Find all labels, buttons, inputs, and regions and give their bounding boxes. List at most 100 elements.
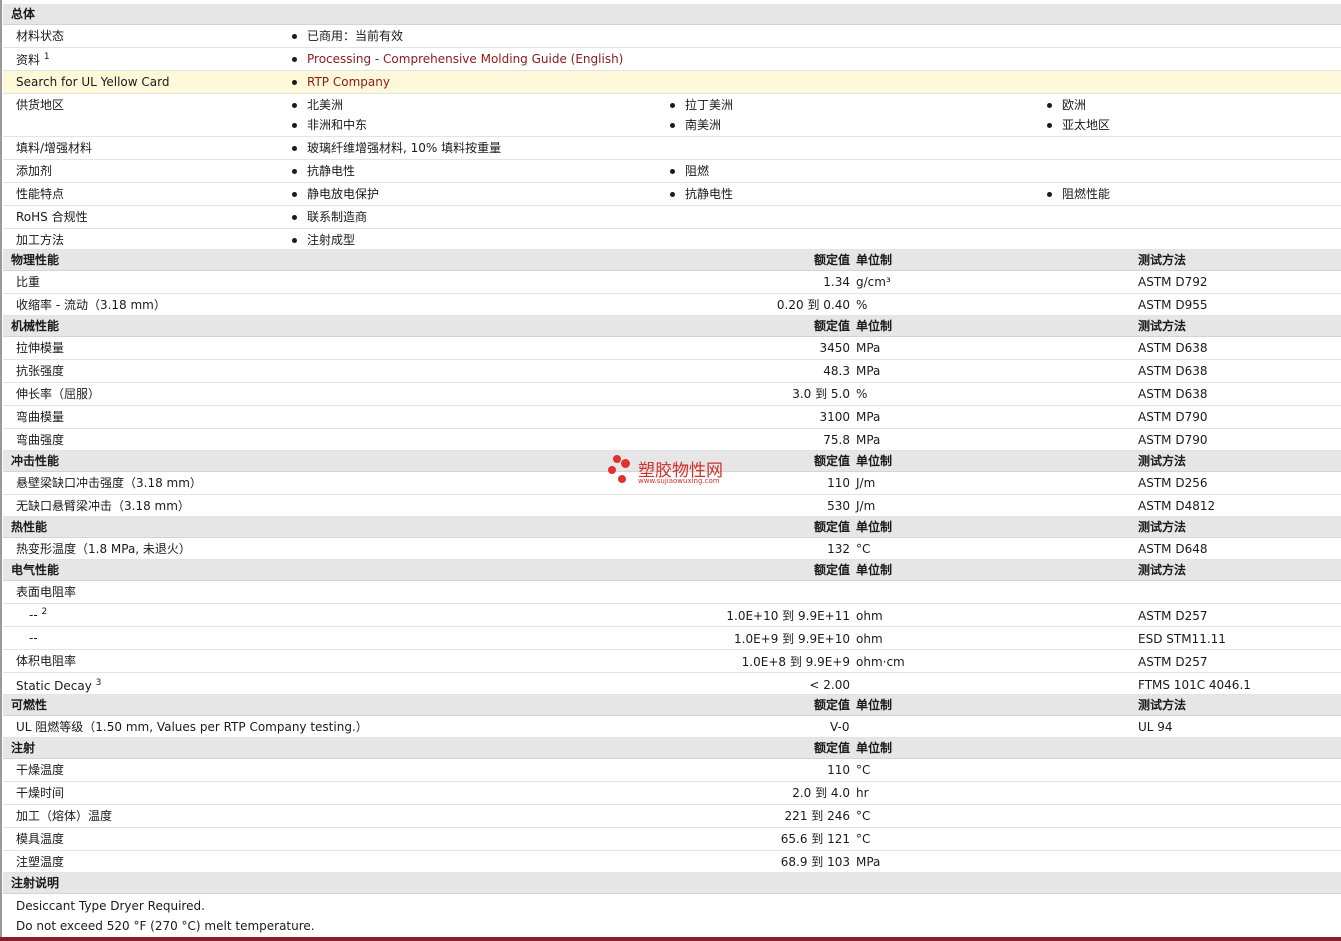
nominal-header: 额定值 [813,698,850,712]
nominal-value: 0.20 到 0.40 [776,298,850,312]
bullet-icon [670,123,675,128]
test-method: ASTM D256 [1138,476,1208,490]
nominal-value: 132 [827,542,850,556]
table-row: 弯曲强度 75.8 MPa ASTM D790 [3,429,1341,451]
watermark-url: www.sujiaowuxing.com [638,477,720,485]
table-row: 弯曲模量 3100 MPa ASTM D790 [3,406,1341,429]
section-title: 注射说明 [11,876,60,890]
test-method: ASTM D648 [1138,542,1208,556]
nominal-value: 48.3 [823,364,850,378]
bullet-icon [1047,123,1052,128]
unit-value: ohm·cm [856,655,905,669]
section-title: 热性能 [11,520,48,534]
property-label: 拉伸模量 [16,341,65,355]
row-label: 填料/增强材料 [16,141,93,155]
test-method: ASTM D792 [1138,275,1208,289]
method-header: 测试方法 [1138,454,1187,468]
footer-bar [0,937,1341,941]
property-label: 收缩率 - 流动（3.18 mm） [16,298,166,312]
test-method: ASTM D638 [1138,387,1208,401]
left-border [0,0,2,941]
nominal-value: 2.0 到 4.0 [792,786,850,800]
property-label: UL 阻燃等级（1.50 mm, Values per RTP Company … [16,720,368,734]
region-item: 欧洲 [1062,98,1087,112]
nominal-value: 3450 [819,341,850,355]
row-documents: 资料 1 Processing - Comprehensive Molding … [3,48,1341,71]
unit-value: hr [856,786,869,800]
unit-value: °C [856,809,871,823]
row-label: 性能特点 [16,187,65,201]
row-value: 已商用：当前有效 [307,29,404,43]
ul-yellow-card-search-link[interactable]: Search for UL Yellow Card [16,72,169,92]
bullet-icon [292,103,297,108]
nominal-value: 1.0E+8 到 9.9E+9 [741,655,850,669]
test-method: ASTM D638 [1138,341,1208,355]
nominal-value: 75.8 [823,433,850,447]
table-row: 模具温度 65.6 到 121 °C [3,828,1341,851]
property-label: 弯曲模量 [16,410,65,424]
section-title: 注射 [11,741,36,755]
bullet-icon [292,34,297,39]
unit-header: 单位制 [856,253,893,267]
rtp-company-link[interactable]: RTP Company [307,72,390,92]
unit-value: % [856,387,868,401]
nominal-value: 110 [827,763,850,777]
notes-block: Desiccant Type Dryer Required. Do not ex… [3,894,1341,937]
bullet-icon [292,146,297,151]
bullet-icon [292,238,297,243]
section-title: 物理性能 [11,253,60,267]
section-injection-header: 注射 额定值 单位制 [3,738,1341,759]
unit-value: MPa [856,433,881,447]
section-title: 机械性能 [11,319,60,333]
test-method: ASTM D790 [1138,433,1208,447]
row-features: 性能特点 静电放电保护 抗静电性 阻燃性能 [3,183,1341,206]
property-label: 悬壁梁缺口冲击强度（3.18 mm） [16,476,202,490]
nominal-header: 额定值 [813,563,850,577]
note-line: Desiccant Type Dryer Required. [16,899,205,913]
table-row: Static Decay 3 < 2.00 FTMS 101C 4046.1 [3,673,1341,695]
footnote-marker: 1 [43,52,50,62]
unit-header: 单位制 [856,319,893,333]
unit-value: % [856,298,868,312]
section-physical-header: 物理性能 额定值 单位制 测试方法 [3,250,1341,271]
unit-value: MPa [856,410,881,424]
feature-item: 阻燃性能 [1062,187,1111,201]
watermark-logo: 塑胶物性网 www.sujiaowuxing.com [606,451,746,491]
property-label: 模具温度 [16,832,65,846]
test-method: ASTM D955 [1138,298,1208,312]
nominal-value: 3100 [819,410,850,424]
table-row: 收缩率 - 流动（3.18 mm） 0.20 到 0.40 % ASTM D95… [3,294,1341,316]
bullet-icon [292,215,297,220]
table-row: -- 1.0E+9 到 9.9E+10 ohm ESD STM11.11 [3,627,1341,650]
test-method: ASTM D257 [1138,609,1208,623]
row-label: 资料 1 [16,52,50,68]
unit-value: J/m [856,476,876,490]
unit-value: °C [856,763,871,777]
test-method: ESD STM11.11 [1138,632,1226,646]
nominal-header: 额定值 [813,319,850,333]
property-label: 无缺口悬臂梁冲击（3.18 mm） [16,499,190,513]
bullet-icon [1047,103,1052,108]
processing-guide-link[interactable]: Processing - Comprehensive Molding Guide… [307,49,623,69]
row-value: 玻璃纤维增强材料, 10% 填料按重量 [307,141,502,155]
nominal-value: 65.6 到 121 [780,832,850,846]
property-label: Static Decay 3 [16,678,102,694]
bullet-icon [292,169,297,174]
nominal-header: 额定值 [813,520,850,534]
method-header: 测试方法 [1138,520,1187,534]
row-value: 联系制造商 [307,210,368,224]
region-item: 北美洲 [307,98,344,112]
table-row: 无缺口悬臂梁冲击（3.18 mm） 530 J/m ASTM D4812 [3,495,1341,517]
property-label: 干燥温度 [16,763,65,777]
note-line: Do not exceed 520 °F (270 °C) melt tempe… [16,919,315,933]
row-label: 添加剂 [16,164,53,178]
nominal-header: 额定值 [813,741,850,755]
nominal-value: 221 到 246 [784,809,850,823]
row-label: 供货地区 [16,98,65,112]
test-method: ASTM D4812 [1138,499,1216,513]
table-row: 加工（熔体）温度 221 到 246 °C [3,805,1341,828]
row-filler: 填料/增强材料 玻璃纤维增强材料, 10% 填料按重量 [3,137,1341,160]
region-item: 非洲和中东 [307,118,368,132]
section-electrical-header: 电气性能 额定值 单位制 测试方法 [3,560,1341,581]
property-sublabel: -- [29,631,38,645]
